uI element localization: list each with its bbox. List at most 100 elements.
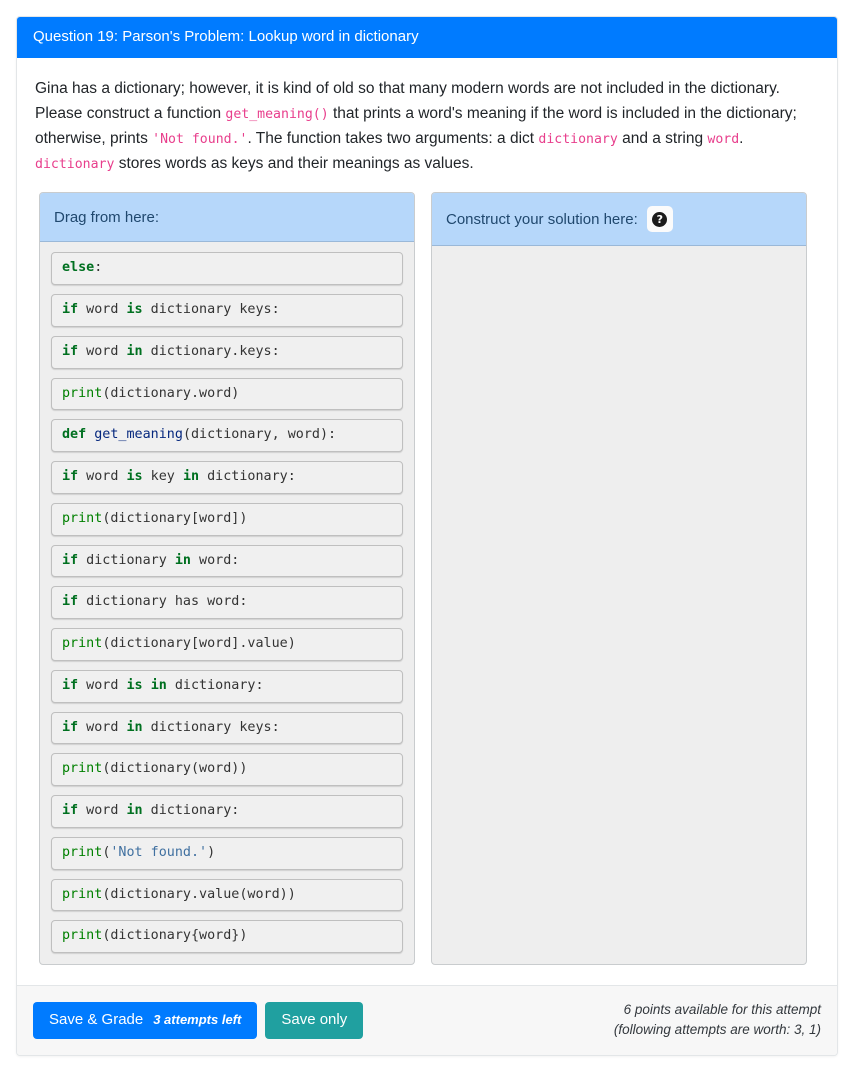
- target-block-list[interactable]: [432, 246, 806, 951]
- code-token: word: [78, 302, 127, 318]
- question-card: Question 19: Parson's Problem: Lookup wo…: [16, 16, 838, 1056]
- code-token: print: [62, 636, 103, 652]
- question-footer: Save & Grade 3 attempts left Save only 6…: [17, 985, 837, 1055]
- source-code-block[interactable]: print(dictionary{word}): [51, 920, 403, 954]
- source-code-block[interactable]: if word in dictionary.keys:: [51, 335, 403, 369]
- code-token: if: [62, 552, 79, 568]
- question-mark-icon: ?: [652, 211, 668, 227]
- inline-code: 'Not found.': [152, 132, 248, 148]
- code-token: (dictionary.value(word)): [102, 886, 296, 902]
- code-token: is: [126, 469, 143, 485]
- code-token: if: [62, 302, 79, 318]
- target-panel-title: Construct your solution here:: [446, 210, 638, 228]
- code-token: in: [182, 469, 200, 485]
- code-token: print: [62, 761, 103, 777]
- points-available-line: 6 points available for this attempt: [623, 1002, 821, 1018]
- code-token: :: [94, 260, 103, 276]
- code-token: if: [62, 677, 79, 693]
- code-token: (dictionary(word)): [102, 761, 248, 777]
- help-button[interactable]: ?: [646, 206, 673, 233]
- code-token: dictionary keys:: [142, 719, 280, 735]
- code-token: in: [126, 719, 143, 735]
- source-code-block[interactable]: if word is dictionary keys:: [51, 294, 403, 327]
- code-token: word: [78, 803, 127, 819]
- code-token: dictionary keys:: [142, 302, 280, 318]
- source-code-block[interactable]: print('Not found.'): [51, 836, 403, 870]
- attempts-left-label: 3 attempts left: [153, 1012, 242, 1028]
- code-token: (dictionary, word):: [182, 427, 337, 443]
- source-code-block[interactable]: if dictionary in word:: [51, 544, 403, 578]
- code-token: in: [174, 552, 191, 568]
- source-code-block[interactable]: if word in dictionary keys:: [51, 711, 403, 745]
- code-token: (dictionary[word].value): [102, 636, 296, 652]
- source-code-block[interactable]: print(dictionary[word].value): [51, 628, 403, 661]
- code-token: (dictionary.word): [102, 385, 240, 401]
- question-body: Gina has a dictionary; however, it is ki…: [17, 58, 837, 973]
- code-token: if: [62, 594, 79, 610]
- question-header: Question 19: Parson's Problem: Lookup wo…: [17, 17, 837, 58]
- code-token: if: [62, 803, 79, 819]
- save-and-grade-button[interactable]: Save & Grade 3 attempts left: [33, 1002, 258, 1039]
- code-token: print: [62, 928, 103, 944]
- code-token: dictionary.keys:: [142, 343, 280, 359]
- code-token: get_meaning: [94, 427, 183, 443]
- code-token: key: [142, 469, 183, 485]
- code-token: in: [150, 677, 167, 693]
- code-token: if: [62, 343, 79, 359]
- code-token: ): [207, 844, 216, 860]
- code-token: is: [126, 302, 143, 318]
- target-panel: Construct your solution here: ?: [431, 192, 807, 966]
- code-token: dictionary has word:: [78, 594, 248, 610]
- code-token: (dictionary{word}): [102, 928, 248, 944]
- code-token: is: [126, 677, 143, 693]
- question-title: Question 19: Parson's Problem: Lookup wo…: [33, 28, 419, 45]
- code-token: word: [78, 719, 127, 735]
- points-info: 6 points available for this attempt (fol…: [614, 1000, 821, 1041]
- points-following-line: (following attempts are worth: 3, 1): [613, 1022, 821, 1038]
- inline-code: word: [707, 132, 740, 148]
- source-code-block[interactable]: def get_meaning(dictionary, word):: [51, 419, 403, 453]
- save-and-grade-label: Save & Grade: [49, 1011, 144, 1029]
- inline-code: dictionary: [538, 132, 618, 148]
- inline-code: dictionary: [35, 157, 115, 173]
- source-code-block[interactable]: if word in dictionary:: [51, 795, 403, 828]
- code-token: print: [62, 844, 103, 860]
- code-token: def: [62, 427, 87, 443]
- inline-code: get_meaning(): [225, 107, 329, 123]
- code-token: word:: [191, 552, 240, 568]
- source-code-block[interactable]: print(dictionary.word): [51, 377, 403, 411]
- code-token: in: [126, 343, 143, 359]
- source-code-block[interactable]: if word is in dictionary:: [51, 669, 403, 703]
- target-panel-header: Construct your solution here: ?: [432, 193, 806, 247]
- source-code-block[interactable]: if word is key in dictionary:: [51, 461, 403, 494]
- code-token: dictionary: [78, 552, 175, 568]
- code-token: dictionary:: [199, 469, 296, 485]
- source-code-block[interactable]: if dictionary has word:: [51, 586, 403, 620]
- code-token: print: [62, 886, 103, 902]
- code-token: word: [78, 343, 127, 359]
- source-panel: Drag from here: else: if word is dictiona…: [39, 192, 415, 966]
- source-code-block[interactable]: print(dictionary(word)): [51, 753, 403, 787]
- source-block-list[interactable]: else: if word is dictionary keys: if word …: [40, 242, 414, 964]
- code-token: dictionary:: [166, 677, 264, 693]
- code-token: dictionary:: [142, 803, 240, 819]
- source-panel-header: Drag from here:: [40, 193, 414, 243]
- source-code-block[interactable]: print(dictionary[word]): [51, 502, 403, 536]
- save-only-label: Save only: [281, 1011, 348, 1029]
- code-token: word: [78, 677, 127, 693]
- code-token: if: [62, 469, 79, 485]
- code-token: 'Not found.': [110, 844, 208, 860]
- code-token: if: [62, 719, 79, 735]
- save-only-button[interactable]: Save only: [265, 1002, 364, 1039]
- source-code-block[interactable]: else:: [51, 252, 403, 286]
- problem-description: Gina has a dictionary; however, it is ki…: [35, 80, 797, 173]
- code-token: else: [62, 260, 95, 276]
- code-token: (dictionary[word]): [102, 510, 248, 526]
- source-code-block[interactable]: print(dictionary.value(word)): [51, 878, 403, 912]
- code-token: print: [62, 385, 103, 401]
- footer-button-group: Save & Grade 3 attempts left Save only: [33, 1002, 364, 1039]
- code-token: in: [126, 803, 143, 819]
- code-token: word: [78, 469, 127, 485]
- parsons-workspace: Drag from here: else: if word is dictiona…: [33, 192, 821, 966]
